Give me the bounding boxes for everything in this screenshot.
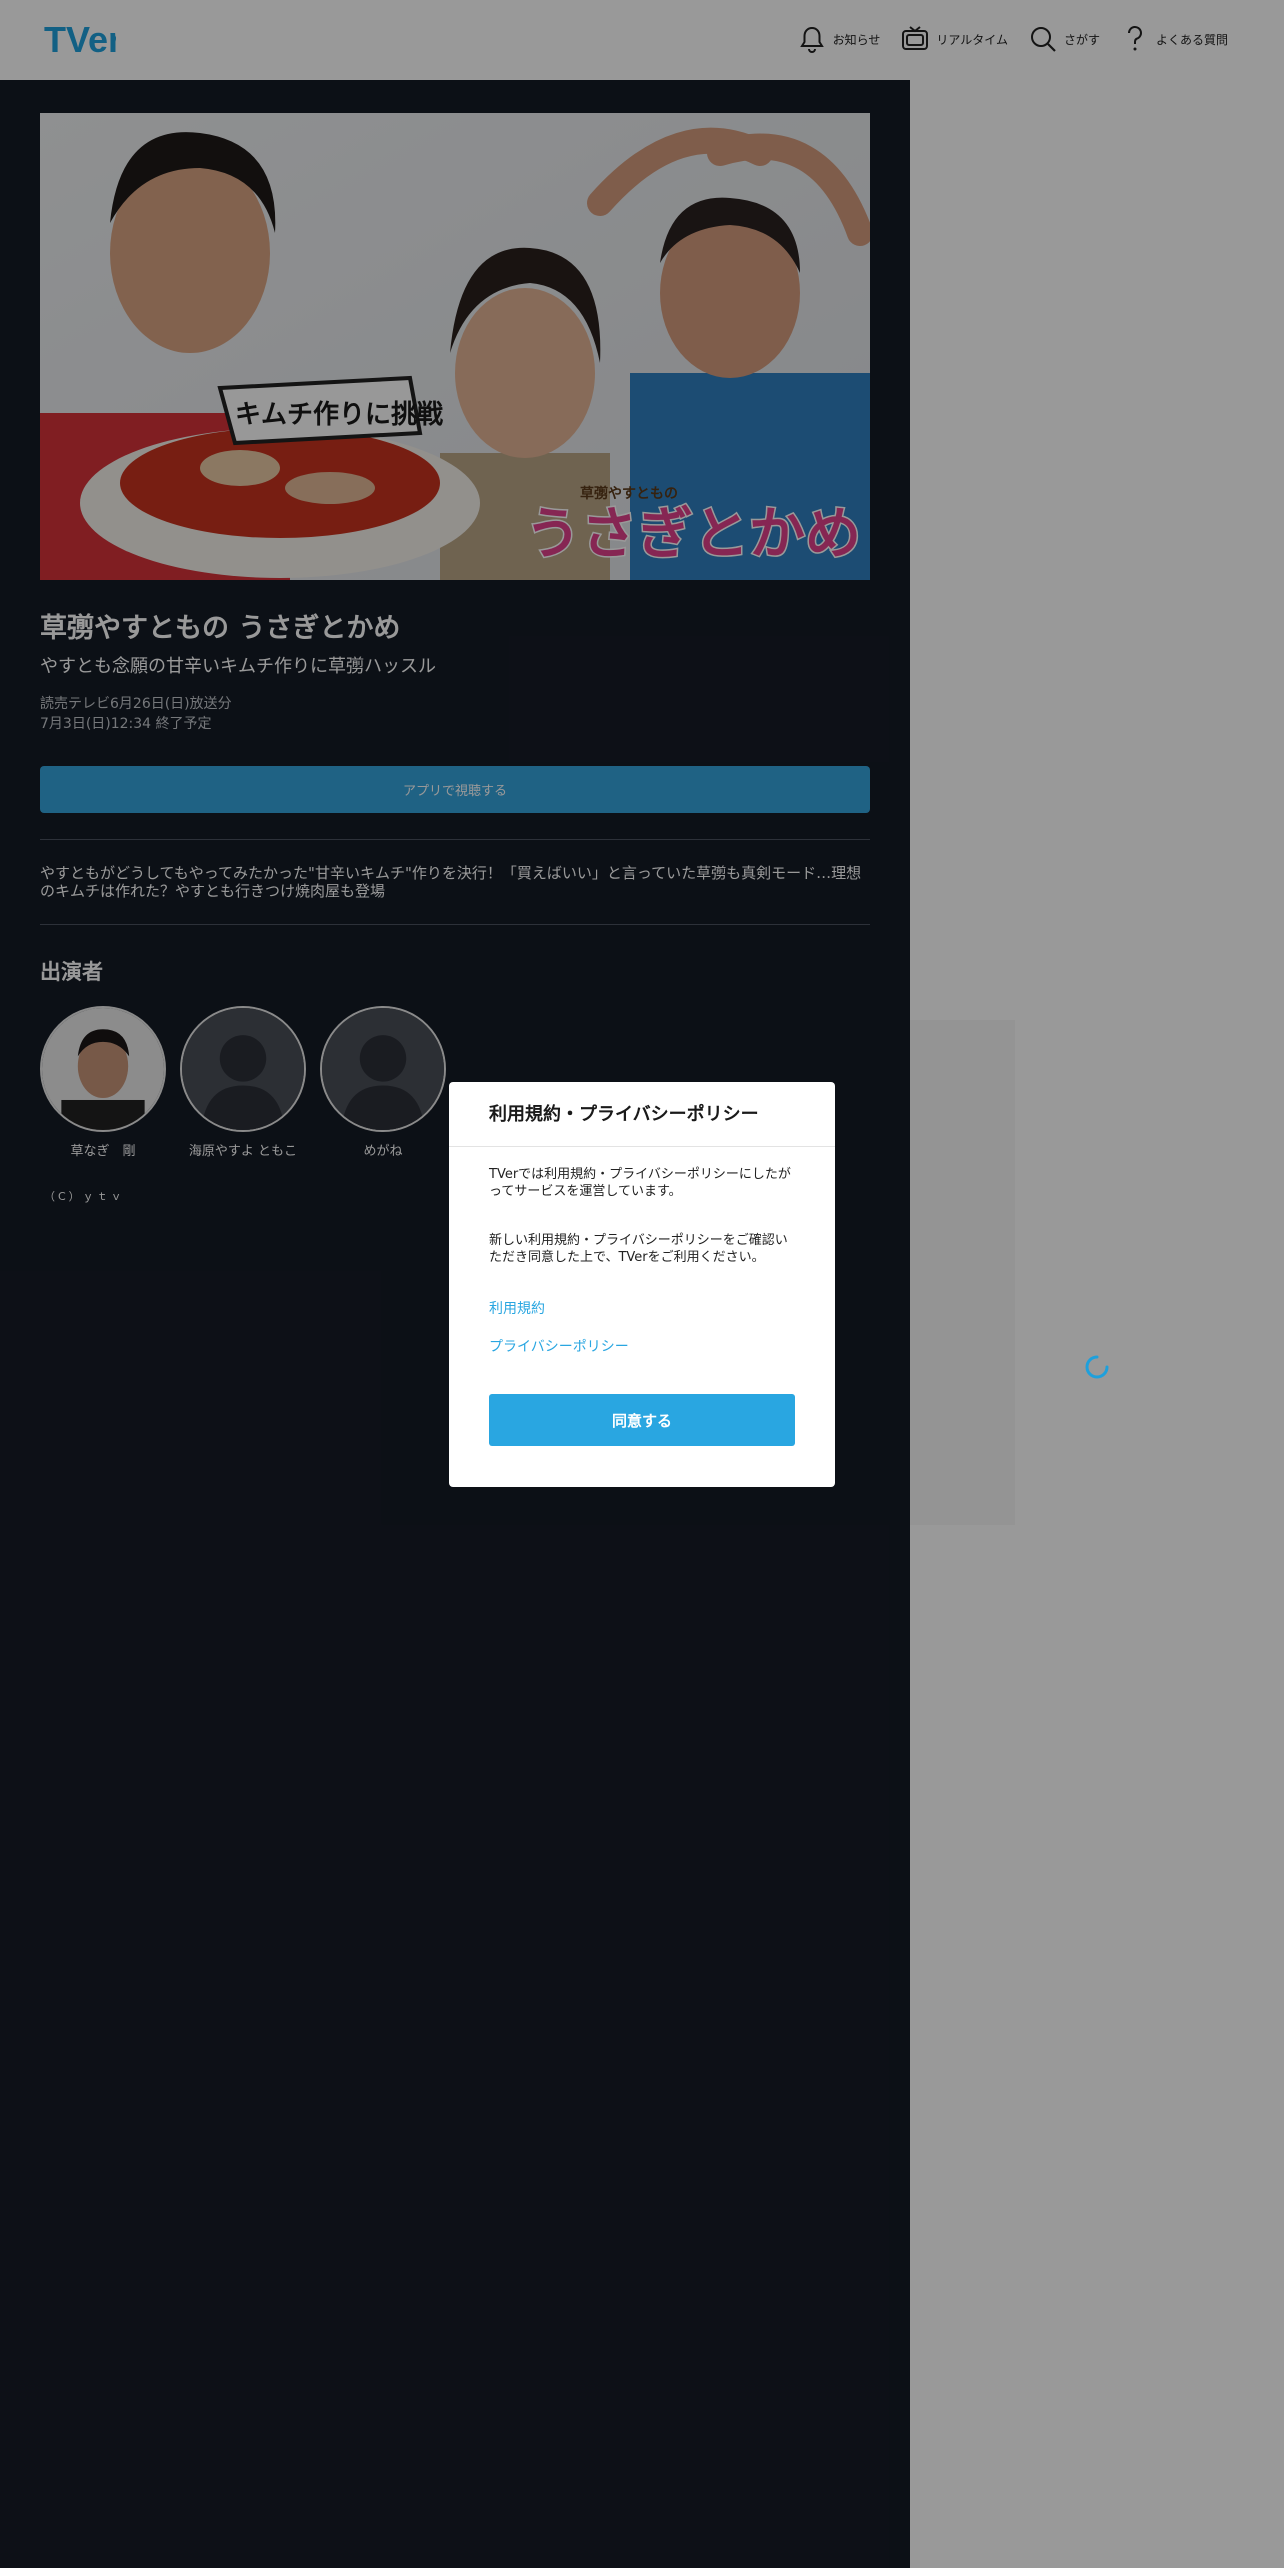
terms-link[interactable]: 利用規約 xyxy=(489,1298,545,1318)
loading-spinner-icon xyxy=(1085,1355,1109,1379)
modal-paragraph: TVerでは利用規約・プライバシーポリシーにしたがってサービスを運営しています。 xyxy=(489,1167,791,1199)
modal-paragraph: 新しい利用規約・プライバシーポリシーをご確認いただき同意した上で、TVerをご利… xyxy=(489,1233,788,1265)
modal-divider xyxy=(449,1146,835,1147)
modal-title: 利用規約・プライバシーポリシー xyxy=(489,1104,759,1125)
terms-modal: 利用規約・プライバシーポリシー TVerでは利用規約・プライバシーポリシーにした… xyxy=(449,1082,835,1487)
agree-button[interactable]: 同意する xyxy=(489,1394,795,1446)
privacy-policy-link[interactable]: プライバシーポリシー xyxy=(489,1336,629,1356)
